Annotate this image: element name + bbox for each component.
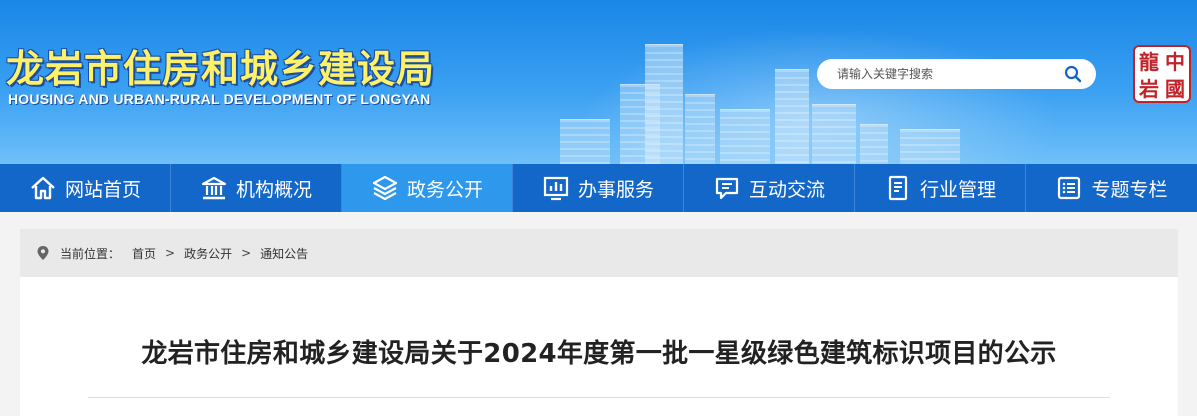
nav-label: 互动交流 (748, 178, 825, 201)
site-header: 龙岩市住房和城乡建设局 HOUSING AND URBAN-RURAL DEVE… (0, 0, 1197, 164)
breadcrumb: 当前位置： 首页 > 政务公开 > 通知公告 (20, 229, 1178, 277)
institution-icon (201, 176, 227, 200)
seal-char: 岩 (1139, 77, 1159, 101)
skyline-building (900, 129, 960, 164)
nav-label: 办事服务 (577, 178, 654, 201)
seal-char: 龍 (1139, 50, 1159, 74)
document-icon (888, 175, 908, 201)
nav-item-industry[interactable]: 行业管理 (855, 164, 1026, 212)
seal-char: 國 (1165, 77, 1185, 101)
skyline-building (720, 109, 770, 164)
skyline-building (812, 104, 856, 164)
list-icon (1058, 176, 1081, 200)
breadcrumb-separator: > (165, 246, 176, 260)
title-divider (88, 397, 1110, 398)
main-nav: 网站首页 机构概况 政务公开 办事服务 互动交流 行业管理 专题专栏 (0, 164, 1197, 212)
chart-icon (543, 176, 569, 201)
search-input[interactable] (837, 61, 1057, 87)
breadcrumb-gov-affairs-link[interactable]: 政务公开 (184, 245, 232, 262)
search-icon[interactable] (1064, 65, 1082, 83)
nav-label: 政务公开 (406, 178, 483, 201)
nav-item-home[interactable]: 网站首页 (0, 164, 171, 212)
breadcrumb-prefix: 当前位置： (60, 246, 121, 261)
site-logo-title[interactable]: 龙岩市住房和城乡建设局 (6, 38, 435, 93)
layers-icon (372, 175, 398, 201)
nav-label: 行业管理 (919, 178, 996, 201)
article-title: 龙岩市住房和城乡建设局关于2024年度第一批一星级绿色建筑标识项目的公示 (141, 339, 1057, 369)
skyline-building (775, 69, 809, 164)
seal-char: 中 (1165, 50, 1185, 74)
breadcrumb-separator: > (241, 246, 252, 260)
nav-label: 机构概况 (235, 178, 312, 201)
article-container: 龙岩市住房和城乡建设局关于2024年度第一批一星级绿色建筑标识项目的公示 (20, 277, 1178, 416)
breadcrumb-home-link[interactable]: 首页 (132, 245, 156, 262)
nav-item-interaction[interactable]: 互动交流 (684, 164, 855, 212)
nav-label: 网站首页 (64, 178, 141, 201)
location-pin-icon (37, 246, 49, 260)
nav-item-topics[interactable]: 专题专栏 (1026, 164, 1197, 212)
skyline-building (560, 119, 610, 164)
site-logo-subtitle: HOUSING AND URBAN-RURAL DEVELOPMENT OF L… (8, 91, 431, 107)
skyline-building (645, 44, 683, 164)
home-icon (31, 176, 55, 200)
china-longyan-seal: 龍 中 岩 國 (1133, 45, 1191, 103)
breadcrumb-notices-link[interactable]: 通知公告 (260, 245, 308, 262)
nav-label: 专题专栏 (1091, 178, 1168, 201)
skyline-building (860, 124, 888, 164)
nav-item-institution[interactable]: 机构概况 (171, 164, 342, 212)
nav-item-services[interactable]: 办事服务 (513, 164, 684, 212)
skyline-building (685, 94, 715, 164)
nav-item-gov-affairs[interactable]: 政务公开 (342, 164, 513, 212)
chat-icon (715, 177, 739, 200)
search-box (817, 59, 1096, 89)
